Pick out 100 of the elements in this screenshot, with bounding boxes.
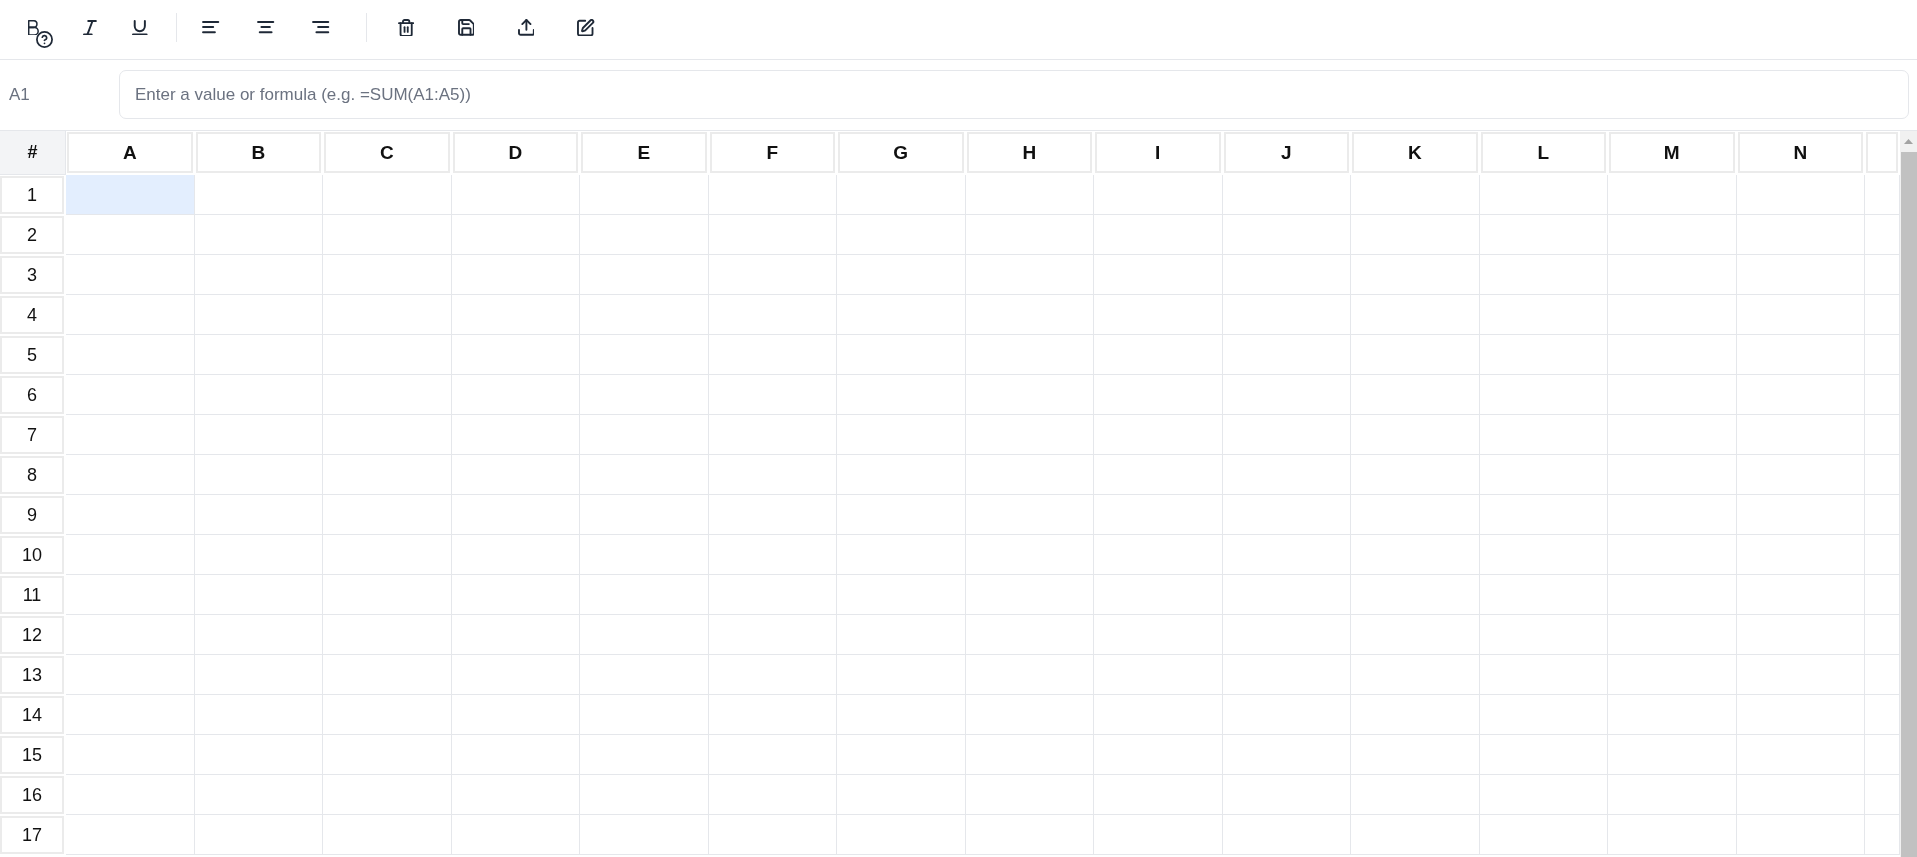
table-cell[interactable] xyxy=(1865,335,1900,375)
table-cell[interactable] xyxy=(1479,335,1608,375)
row-header[interactable]: 12 xyxy=(0,616,64,654)
table-cell[interactable] xyxy=(1479,575,1608,615)
row-header[interactable]: 4 xyxy=(0,296,64,334)
table-cell[interactable] xyxy=(1608,655,1737,695)
table-cell[interactable] xyxy=(66,535,195,575)
table-cell[interactable] xyxy=(708,455,837,495)
table-cell[interactable] xyxy=(1865,215,1900,255)
table-cell[interactable] xyxy=(1736,575,1865,615)
table-cell[interactable] xyxy=(194,735,323,775)
row-header[interactable]: 8 xyxy=(0,456,64,494)
table-cell[interactable] xyxy=(1865,495,1900,535)
table-cell[interactable] xyxy=(66,415,195,455)
table-cell[interactable] xyxy=(1094,295,1223,335)
table-cell[interactable] xyxy=(194,335,323,375)
table-cell[interactable] xyxy=(837,815,966,855)
column-header[interactable]: B xyxy=(195,132,321,173)
table-cell[interactable] xyxy=(965,695,1094,735)
table-cell[interactable] xyxy=(708,775,837,815)
table-cell[interactable] xyxy=(837,575,966,615)
table-cell[interactable] xyxy=(1608,335,1737,375)
column-header[interactable]: C xyxy=(324,132,450,173)
column-header[interactable]: K xyxy=(1352,132,1478,173)
table-cell[interactable] xyxy=(1222,495,1351,535)
table-cell[interactable] xyxy=(194,455,323,495)
table-cell[interactable] xyxy=(1094,215,1223,255)
table-cell[interactable] xyxy=(1865,255,1900,295)
table-cell[interactable] xyxy=(451,375,580,415)
table-cell[interactable] xyxy=(837,335,966,375)
column-header[interactable]: G xyxy=(838,132,964,173)
table-cell[interactable] xyxy=(1351,215,1480,255)
table-cell[interactable] xyxy=(323,255,452,295)
table-cell[interactable] xyxy=(451,335,580,375)
table-cell[interactable] xyxy=(580,295,709,335)
table-cell[interactable] xyxy=(1222,295,1351,335)
table-cell[interactable] xyxy=(66,455,195,495)
table-cell[interactable] xyxy=(1608,695,1737,735)
table-cell[interactable] xyxy=(837,375,966,415)
table-cell[interactable] xyxy=(1094,815,1223,855)
table-cell[interactable] xyxy=(194,255,323,295)
column-header[interactable]: D xyxy=(452,132,578,173)
row-header[interactable]: 13 xyxy=(0,656,64,694)
table-cell[interactable] xyxy=(837,655,966,695)
table-cell[interactable] xyxy=(451,175,580,215)
table-cell[interactable] xyxy=(66,495,195,535)
table-cell[interactable] xyxy=(1479,175,1608,215)
table-cell[interactable] xyxy=(194,375,323,415)
table-cell[interactable] xyxy=(66,815,195,855)
table-cell[interactable] xyxy=(1094,375,1223,415)
table-cell[interactable] xyxy=(66,375,195,415)
column-header[interactable]: A xyxy=(67,132,193,173)
table-cell[interactable] xyxy=(708,815,837,855)
table-cell[interactable] xyxy=(965,735,1094,775)
table-cell[interactable] xyxy=(1351,415,1480,455)
table-cell[interactable] xyxy=(66,655,195,695)
table-cell[interactable] xyxy=(837,735,966,775)
table-cell[interactable] xyxy=(837,415,966,455)
table-cell[interactable] xyxy=(965,815,1094,855)
table-cell[interactable] xyxy=(837,775,966,815)
row-header[interactable]: 7 xyxy=(0,416,64,454)
table-cell[interactable] xyxy=(451,215,580,255)
table-cell[interactable] xyxy=(323,655,452,695)
table-cell[interactable] xyxy=(1736,695,1865,735)
table-cell[interactable] xyxy=(194,615,323,655)
table-cell[interactable] xyxy=(580,695,709,735)
table-cell[interactable] xyxy=(1479,215,1608,255)
table-cell[interactable] xyxy=(1865,415,1900,455)
table-cell[interactable] xyxy=(1736,415,1865,455)
row-header[interactable]: 9 xyxy=(0,496,64,534)
table-cell[interactable] xyxy=(965,535,1094,575)
table-cell[interactable] xyxy=(1608,455,1737,495)
table-cell[interactable] xyxy=(66,295,195,335)
table-cell[interactable] xyxy=(1094,615,1223,655)
column-header[interactable]: H xyxy=(966,132,1092,173)
table-cell[interactable] xyxy=(1865,815,1900,855)
table-cell[interactable] xyxy=(323,335,452,375)
table-cell[interactable] xyxy=(708,375,837,415)
table-cell[interactable] xyxy=(1222,695,1351,735)
table-cell[interactable] xyxy=(1351,175,1480,215)
table-cell[interactable] xyxy=(1351,455,1480,495)
table-cell[interactable] xyxy=(1608,575,1737,615)
table-cell[interactable] xyxy=(1222,375,1351,415)
table-cell[interactable] xyxy=(1479,455,1608,495)
table-cell[interactable] xyxy=(1351,255,1480,295)
table-cell[interactable] xyxy=(1351,535,1480,575)
row-header[interactable]: 10 xyxy=(0,536,64,574)
table-cell[interactable] xyxy=(323,575,452,615)
table-cell[interactable] xyxy=(1608,255,1737,295)
table-cell[interactable] xyxy=(837,455,966,495)
table-cell[interactable] xyxy=(1865,295,1900,335)
table-cell[interactable] xyxy=(1094,695,1223,735)
table-cell[interactable] xyxy=(323,775,452,815)
table-cell[interactable] xyxy=(837,615,966,655)
table-cell[interactable] xyxy=(580,815,709,855)
table-cell[interactable] xyxy=(323,815,452,855)
table-cell[interactable] xyxy=(837,255,966,295)
table-cell[interactable] xyxy=(1736,655,1865,695)
table-cell[interactable] xyxy=(1222,455,1351,495)
table-cell[interactable] xyxy=(451,615,580,655)
